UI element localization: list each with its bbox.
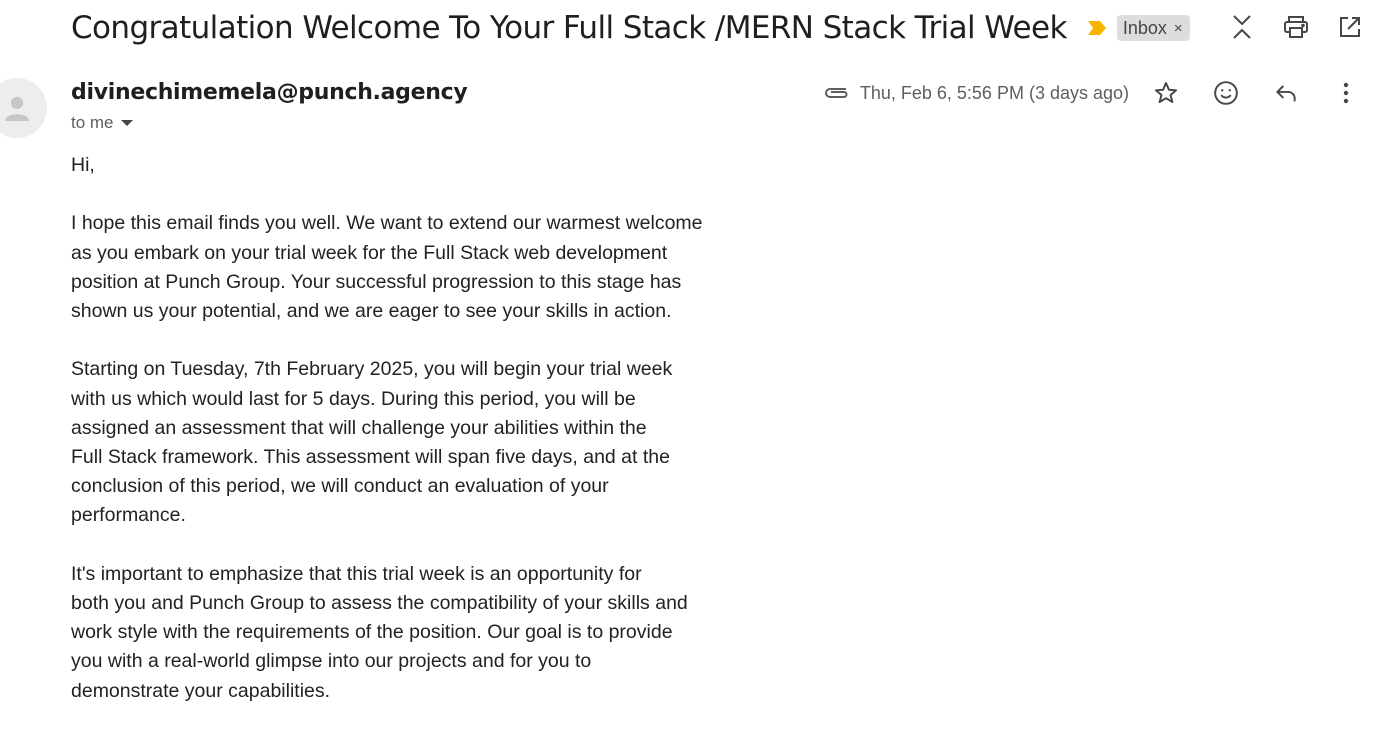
importance-marker-icon[interactable] xyxy=(1087,21,1107,35)
default-person-icon xyxy=(5,97,29,121)
body-paragraph: Starting on Tuesday, 7th February 2025, … xyxy=(71,358,673,527)
caret-down-icon xyxy=(120,120,133,126)
body-greeting: Hi, xyxy=(71,154,95,176)
email-body: Hi, I hope this email finds you well. We… xyxy=(71,151,721,735)
attachment-icon xyxy=(824,88,848,98)
sender-avatar[interactable] xyxy=(0,78,47,138)
body-paragraph: I hope this email finds you well. We wan… xyxy=(71,212,703,322)
sender-email[interactable]: divinechimemela@punch.agency xyxy=(71,80,468,105)
thread-toolbar xyxy=(1203,12,1365,42)
print-icon[interactable] xyxy=(1281,12,1311,42)
message-date: Thu, Feb 6, 5:56 PM (3 days ago) xyxy=(859,82,1129,103)
open-in-new-window-icon[interactable] xyxy=(1335,12,1365,42)
star-icon[interactable] xyxy=(1149,78,1183,108)
body-paragraph: It's important to emphasize that this tr… xyxy=(71,562,688,702)
inbox-label-text: Inbox xyxy=(1122,17,1167,38)
recipients-toggle[interactable]: to me xyxy=(71,113,133,133)
email-subject: Congratulation Welcome To Your Full Stac… xyxy=(71,10,1067,46)
reply-icon[interactable] xyxy=(1269,78,1303,108)
subject-row: Congratulation Welcome To Your Full Stac… xyxy=(71,6,1190,50)
message-meta: Thu, Feb 6, 5:56 PM (3 days ago) xyxy=(822,78,1363,108)
recipients-text: to me xyxy=(71,113,114,132)
remove-label-button[interactable]: × xyxy=(1174,20,1183,37)
more-options-icon[interactable] xyxy=(1329,78,1363,108)
collapse-all-icon[interactable] xyxy=(1227,12,1257,42)
inbox-label-chip[interactable]: Inbox × xyxy=(1116,15,1190,41)
add-reaction-icon[interactable] xyxy=(1209,78,1243,108)
